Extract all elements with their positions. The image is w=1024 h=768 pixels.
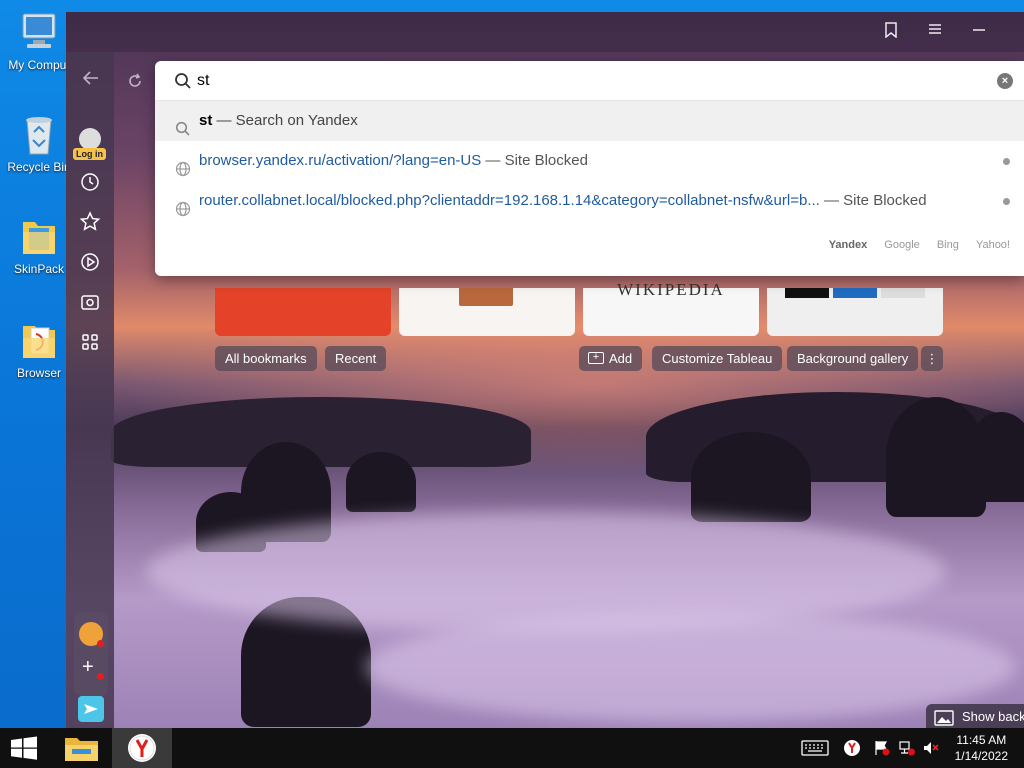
suggestion-suffix: — Site Blocked [819,192,927,209]
mountain-peak [346,452,416,512]
action-center-flag-icon[interactable] [873,739,891,760]
volume-muted-icon[interactable] [922,739,940,760]
globe-icon [175,193,191,217]
clock-time: 11:45 AM [956,733,1007,747]
add-button-label: Add [609,351,633,366]
add-icon[interactable]: + [82,656,94,679]
yandex-browser-icon[interactable] [112,728,172,768]
avatar[interactable] [79,128,101,150]
yandex-tray-icon[interactable] [843,739,861,760]
suggestion-query: st [199,112,213,129]
address-input[interactable] [197,69,977,93]
tableau-tile[interactable] [399,288,575,336]
file-explorer-icon[interactable] [52,728,112,768]
engine-yahoo[interactable]: Yahoo! [976,239,1010,251]
show-background-label: Show back [962,709,1024,724]
play-icon[interactable] [78,250,102,274]
back-arrow-icon[interactable] [82,70,100,91]
taskbar: 11:45 AM 1/14/2022 [0,728,1024,768]
show-background-button[interactable]: Show back [926,704,1024,730]
cloud-layer [366,612,1016,722]
folder-icon [19,318,59,362]
search-icon [175,113,191,136]
mountain-peak [691,432,811,522]
login-badge[interactable]: Log in [73,148,106,160]
tableau-tile[interactable] [767,288,943,336]
recycle-bin-icon [19,112,59,156]
suggestion-site[interactable]: browser.yandex.ru/activation/?lang=en-US… [155,141,1024,181]
address-bar-dropdown: × st — Search on Yandex browser.yandex.r… [155,61,1024,276]
address-bar: × [155,61,1024,101]
mountain-peak [966,412,1024,502]
apps-grid-icon[interactable] [78,330,102,354]
tile-block [881,288,925,298]
add-tile-icon: + [588,352,604,364]
search-icon [174,72,192,95]
suggestion-url: router.collabnet.local/blocked.php?clien… [199,192,820,209]
mail-tile-icon [459,288,513,306]
network-icon[interactable] [898,739,916,760]
remove-suggestion-dot[interactable] [1003,158,1010,165]
history-clock-icon[interactable] [78,170,102,194]
search-engine-list: Yandex Google Bing Yahoo! [815,239,1010,251]
suggestion-suffix: — Site Blocked [481,152,588,169]
more-options-icon[interactable]: ⋮ [921,346,943,371]
messenger-icon[interactable] [78,696,104,722]
browser-sidebar: Log in + [66,52,114,728]
globe-icon [175,153,191,177]
cloud-layer [146,512,946,632]
clock-date: 1/14/2022 [954,749,1008,763]
mountain-range [111,397,531,467]
sidebar-widgets: + [74,612,108,696]
computer-icon [19,10,59,54]
tile-block [833,288,877,298]
bookmarks-icon[interactable] [884,22,898,41]
add-button[interactable]: + Add [579,346,643,371]
notification-dot [97,673,104,680]
tableau-tile[interactable]: WIKIPEDIA [583,280,759,336]
all-bookmarks-button[interactable]: All bookmarks [215,346,317,371]
tableau-tile[interactable] [215,288,391,336]
background-gallery-button[interactable]: Background gallery [787,346,919,371]
suggestion-suffix: — Search on Yandex [212,112,358,129]
image-icon [934,709,954,730]
star-icon[interactable] [78,210,102,234]
engine-yandex[interactable]: Yandex [829,239,868,251]
system-clock[interactable]: 11:45 AM 1/14/2022 [955,732,1008,764]
engine-bing[interactable]: Bing [937,239,959,251]
browser-titlebar [66,12,1024,52]
remove-suggestion-dot[interactable] [1003,198,1010,205]
minimize-icon[interactable] [972,22,986,39]
screenshot-icon[interactable] [78,290,102,314]
refresh-icon[interactable] [126,72,144,95]
engine-google[interactable]: Google [884,239,919,251]
folder-icon [19,214,59,258]
wikipedia-tile-text: WIKIPEDIA [617,280,725,299]
suggestion-search[interactable]: st — Search on Yandex [155,101,1024,141]
tile-block [785,288,829,298]
recent-button[interactable]: Recent [325,346,387,371]
customize-tableau-button[interactable]: Customize Tableau [652,346,783,371]
clear-icon[interactable]: × [997,73,1013,89]
menu-icon[interactable] [928,22,942,39]
suggestion-url: browser.yandex.ru/activation/?lang=en-US [199,152,482,169]
suggestion-site[interactable]: router.collabnet.local/blocked.php?clien… [155,181,1024,221]
notification-dot [97,640,104,647]
keyboard-icon[interactable] [801,739,829,760]
windows-start-icon[interactable] [0,728,48,768]
